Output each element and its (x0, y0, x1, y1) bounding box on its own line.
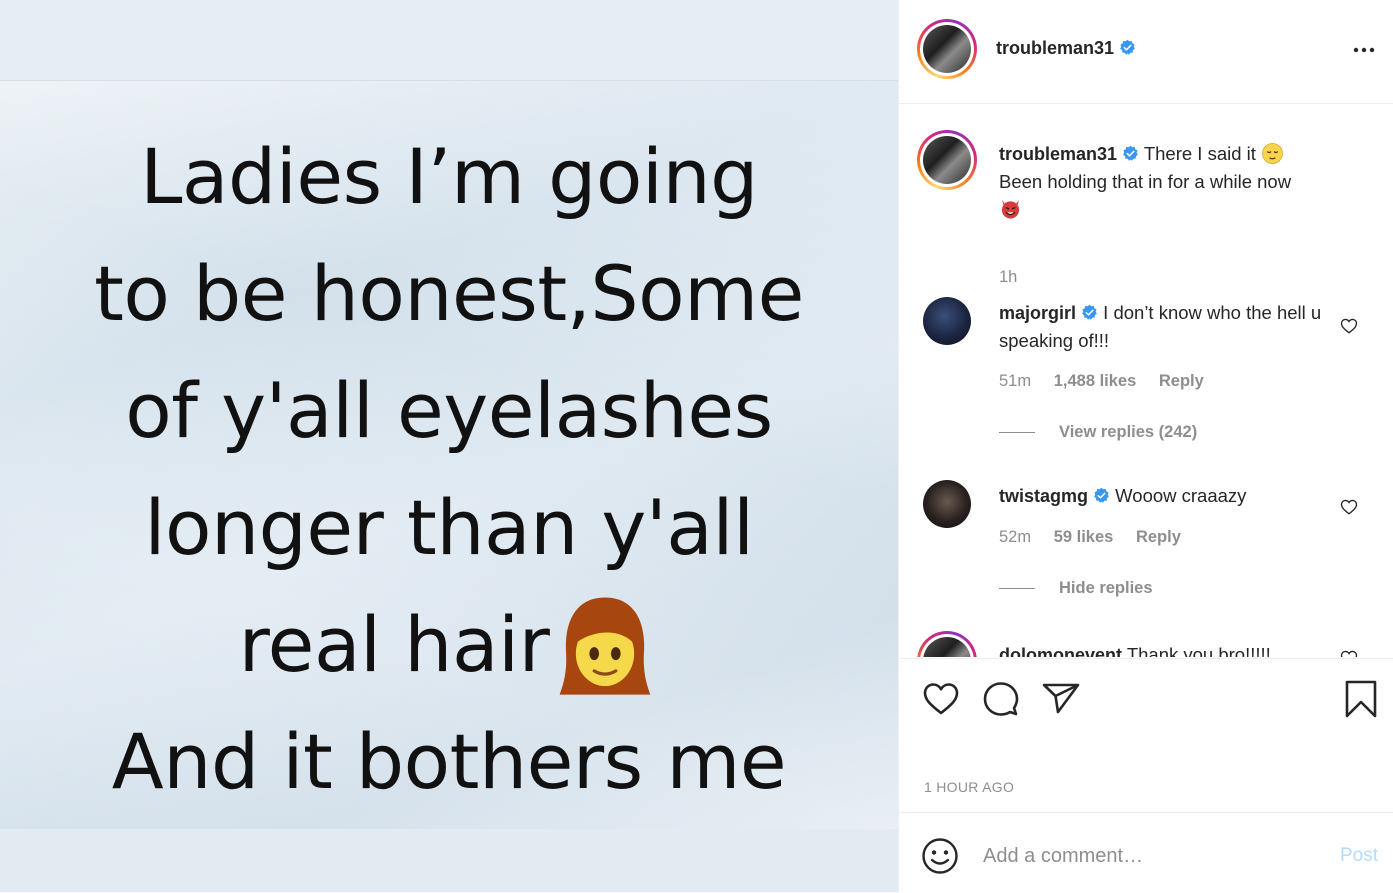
author-avatar[interactable] (917, 19, 977, 79)
more-options-icon[interactable] (1352, 38, 1376, 62)
comment-text: Thank you bro!!!!! (1126, 644, 1271, 657)
comment-likes[interactable]: 59 likes (1054, 528, 1114, 546)
comment-bubble-icon[interactable] (981, 679, 1021, 719)
emoji-picker-icon[interactable] (921, 837, 959, 875)
caption-username[interactable]: troubleman31 (999, 144, 1117, 164)
post-header: troubleman31 (899, 0, 1393, 104)
image-text-line: Ladies I’m going (140, 132, 758, 221)
comment-time: 51m (999, 372, 1032, 390)
save-bookmark-icon[interactable] (1341, 679, 1381, 719)
post-image: Ladies I’m going to be honest,Some of y'… (0, 0, 898, 892)
woman-emoji-icon (560, 597, 651, 695)
verified-badge-icon (1094, 487, 1109, 503)
commenter-avatar[interactable] (917, 631, 977, 657)
image-text-line: longer than y'all (144, 483, 754, 572)
comment-text: Wooow craaazy (1115, 485, 1247, 506)
like-comment-heart-icon[interactable] (1340, 317, 1358, 335)
like-comment-heart-icon[interactable] (1340, 649, 1358, 657)
hide-replies-toggle[interactable]: Hide replies (999, 579, 1153, 598)
caption-text: Been holding that in for a while now (999, 171, 1292, 192)
post-side-panel: troubleman31 troubleman31 There I said i… (898, 0, 1393, 892)
verified-badge-icon (1120, 39, 1135, 55)
post-timestamp: 1 HOUR AGO (924, 779, 1015, 795)
commenter-avatar[interactable] (923, 480, 971, 528)
caption-text: There I said it (1143, 143, 1256, 164)
add-comment-bar: Post (899, 812, 1393, 893)
comment-username[interactable]: twistagmg (999, 486, 1088, 506)
comment-time: 52m (999, 528, 1032, 546)
smiling-devil-emoji-icon (1001, 199, 1020, 219)
image-text-line: real hair (238, 600, 550, 689)
image-text-line: of y'all eyelashes (125, 366, 773, 455)
commenter-avatar[interactable] (923, 297, 971, 345)
reply-button[interactable]: Reply (1159, 372, 1204, 390)
view-replies-toggle[interactable]: View replies (242) (999, 423, 1197, 442)
relieved-face-emoji-icon (1262, 143, 1283, 164)
comment-likes[interactable]: 1,488 likes (1054, 372, 1137, 390)
author-avatar[interactable] (917, 130, 977, 190)
verified-badge-icon (1082, 304, 1097, 320)
reply-button[interactable]: Reply (1136, 528, 1181, 546)
image-text: Ladies I’m going to be honest,Some of y'… (0, 118, 898, 820)
verified-badge-icon (1123, 145, 1138, 161)
like-heart-icon[interactable] (921, 679, 961, 719)
image-text-line: And it bothers me (111, 717, 787, 806)
comment-username[interactable]: dolomonevent (999, 645, 1122, 657)
comment-input[interactable] (983, 839, 1313, 873)
post-actions: 1 HOUR AGO (899, 658, 1393, 813)
caption-time: 1h (999, 268, 1018, 286)
author-username[interactable]: troubleman31 (996, 38, 1114, 58)
share-send-icon[interactable] (1041, 679, 1081, 719)
comment-username[interactable]: majorgirl (999, 303, 1076, 323)
like-comment-heart-icon[interactable] (1340, 498, 1358, 516)
image-text-line: to be honest,Some (94, 249, 804, 338)
comments-section[interactable]: troubleman31 There I said it Been holdin… (899, 104, 1393, 657)
post-comment-button[interactable]: Post (1340, 845, 1378, 867)
